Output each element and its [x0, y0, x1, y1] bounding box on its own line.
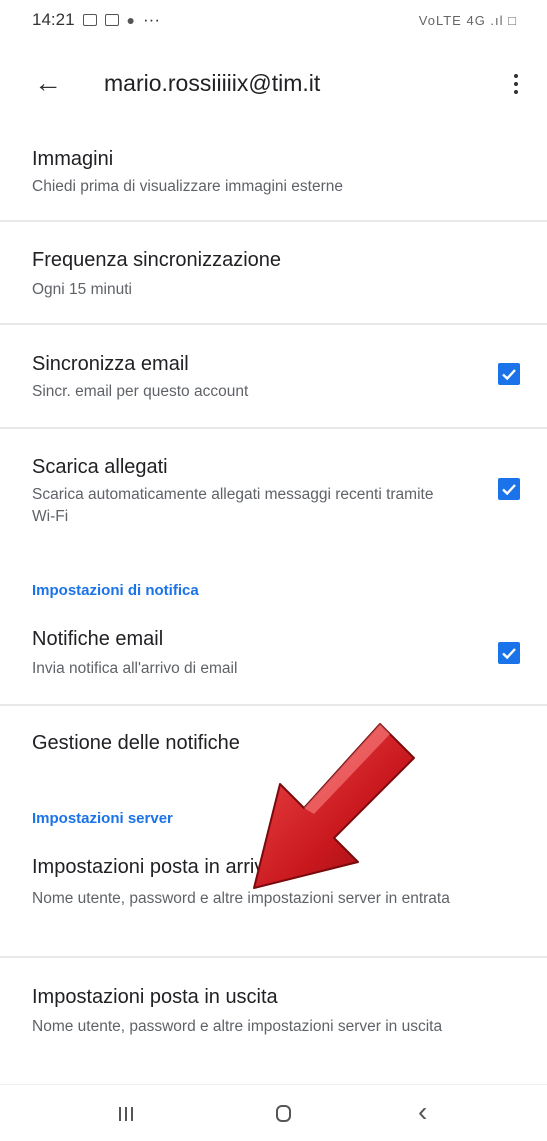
setting-title: Impostazioni posta in arrivo	[32, 856, 276, 878]
divider	[0, 427, 547, 429]
app-bar: ← mario.rossiiiiix@tim.it	[0, 58, 547, 108]
divider	[0, 956, 547, 958]
setting-title: Gestione delle notifiche	[32, 732, 240, 754]
status-bar: 14:21 ● ··· VoLTE 4G .ıl □	[0, 0, 547, 40]
location-icon: ●	[126, 12, 136, 28]
section-header-notifications: Impostazioni di notifica	[32, 582, 199, 599]
recents-icon	[119, 1107, 133, 1121]
setting-subtitle: Nome utente, password e altre impostazio…	[32, 890, 450, 907]
signal-battery-icons: VoLTE 4G .ıl □	[418, 12, 517, 28]
setting-subtitle: Chiedi prima di visualizzare immagini es…	[32, 178, 343, 195]
setting-title: Notifiche email	[32, 628, 164, 650]
download-attachments-checkbox[interactable]	[498, 478, 520, 500]
divider	[0, 220, 547, 222]
setting-subtitle: Scarica automaticamente allegati messagg…	[32, 486, 434, 525]
page-title: mario.rossiiiiix@tim.it	[104, 70, 321, 96]
setting-title: Scarica allegati	[32, 456, 168, 478]
setting-download-attachments[interactable]: Scarica allegati Scarica automaticamente…	[0, 450, 547, 540]
setting-title: Sincronizza email	[32, 353, 189, 375]
setting-incoming-server[interactable]: Impostazioni posta in arrivo Nome utente…	[0, 850, 547, 950]
setting-sync-email[interactable]: Sincronizza email Sincr. email per quest…	[0, 345, 547, 427]
setting-title: Impostazioni posta in uscita	[32, 986, 278, 1008]
setting-subtitle: Sincr. email per questo account	[32, 383, 249, 400]
status-left: 14:21 ● ···	[32, 10, 160, 30]
setting-subtitle: Ogni 15 minuti	[32, 281, 132, 298]
home-icon	[276, 1105, 291, 1122]
status-time: 14:21	[32, 10, 75, 29]
sync-email-checkbox[interactable]	[498, 363, 520, 385]
system-nav-bar: ‹	[0, 1084, 547, 1141]
setting-title: Immagini	[32, 148, 114, 170]
back-chevron-icon: ‹	[418, 1096, 428, 1127]
system-back-button[interactable]: ‹	[400, 1093, 460, 1133]
overflow-menu-icon[interactable]	[501, 68, 531, 100]
setting-subtitle: Invia notifica all'arrivo di email	[32, 660, 238, 677]
gallery-notification-icon	[82, 14, 97, 26]
back-arrow-icon[interactable]: ←	[30, 66, 66, 100]
setting-images[interactable]: Immagini Chiedi prima di visualizzare im…	[0, 140, 547, 220]
email-notifications-checkbox[interactable]	[498, 642, 520, 664]
recents-button[interactable]	[97, 1093, 157, 1133]
divider	[0, 704, 547, 706]
setting-outgoing-server[interactable]: Impostazioni posta in uscita Nome utente…	[0, 978, 547, 1078]
section-header-server: Impostazioni server	[32, 810, 173, 827]
image-notification-icon	[104, 14, 119, 26]
home-button[interactable]	[255, 1093, 315, 1133]
setting-sync-frequency[interactable]: Frequenza sincronizzazione Ogni 15 minut…	[0, 243, 547, 323]
setting-subtitle: Nome utente, password e altre impostazio…	[32, 1018, 443, 1035]
setting-email-notifications[interactable]: Notifiche email Invia notifica all'arriv…	[0, 620, 547, 704]
setting-manage-notifications[interactable]: Gestione delle notifiche	[0, 722, 547, 782]
more-notifications-icon: ···	[143, 10, 160, 29]
setting-title: Frequenza sincronizzazione	[32, 249, 282, 271]
divider	[0, 323, 547, 325]
